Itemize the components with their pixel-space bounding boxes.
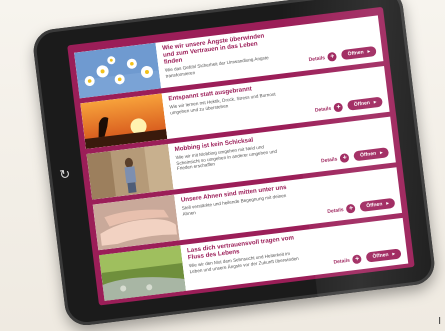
thumbnail-hands (92, 194, 180, 251)
thumbnail-daisies (74, 42, 162, 99)
plus-icon: + (327, 51, 338, 62)
arrow-right-icon: ▸ (373, 99, 377, 106)
tablet-device: ↻ Wie wir unsere Ängste überwinden und z… (31, 0, 437, 328)
refresh-icon[interactable]: ↻ (56, 166, 74, 184)
thumbnail-sunset (80, 93, 168, 149)
thumbnail-forest-stream (98, 245, 186, 301)
course-list: Wie wir unsere Ängste überwinden und zum… (74, 15, 409, 305)
details-link[interactable]: Details + (314, 102, 344, 114)
details-link[interactable]: Details + (308, 51, 338, 64)
arrow-right-icon: ▸ (367, 48, 371, 55)
details-link[interactable]: Details + (327, 203, 357, 216)
plus-icon: + (339, 152, 350, 164)
corner-mark: I (438, 316, 441, 327)
arrow-right-icon: ▸ (379, 149, 383, 157)
plus-icon: + (346, 203, 357, 214)
open-button[interactable]: Öffnen ▸ (359, 197, 396, 212)
arrow-right-icon: ▸ (385, 200, 390, 207)
details-link[interactable]: Details + (333, 254, 363, 266)
plus-icon: + (352, 254, 363, 265)
tablet-screen: Wie wir unsere Ängste überwinden und zum… (67, 6, 415, 306)
open-button[interactable]: Öffnen ▸ (366, 248, 402, 263)
open-button[interactable]: Öffnen ▸ (353, 147, 390, 162)
photo-scene: ↻ Wie wir unsere Ängste überwinden und z… (0, 0, 445, 331)
open-button[interactable]: Öffnen ▸ (347, 96, 383, 111)
open-button[interactable]: Öffnen ▸ (341, 45, 377, 61)
thumbnail-sad-person (86, 143, 174, 200)
arrow-right-icon: ▸ (392, 251, 396, 258)
details-link[interactable]: Details + (321, 152, 350, 165)
plus-icon: + (333, 102, 344, 113)
